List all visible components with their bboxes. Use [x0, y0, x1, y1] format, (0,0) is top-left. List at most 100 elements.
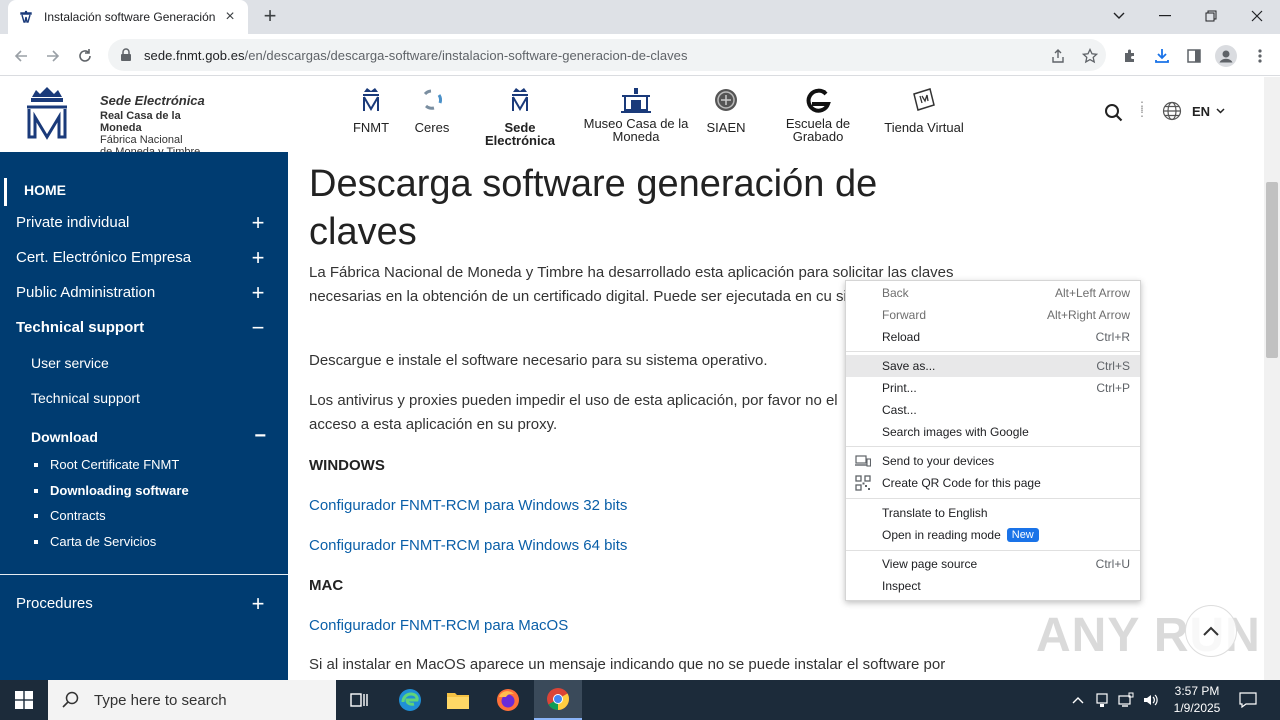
ctx-back[interactable]: Back Alt+Left Arrow [846, 282, 1140, 304]
expand-plus-icon[interactable]: + [250, 246, 266, 268]
address-bar[interactable]: sede.fnmt.gob.es/en/descargas/descarga-s… [108, 39, 1106, 71]
bullet-icon [34, 513, 38, 518]
ctx-print[interactable]: Print... Ctrl+P [846, 377, 1140, 399]
windows-32-link[interactable]: Configurador FNMT-RCM para Windows 32 bi… [309, 497, 627, 514]
sidebar-item-public-administration[interactable]: Public Administration + [16, 281, 266, 303]
language-selector[interactable]: EN [1162, 101, 1225, 121]
restore-icon[interactable] [1188, 0, 1234, 32]
ctx-label: Search images with Google [882, 425, 1029, 439]
sidebar-item-private-individual[interactable]: Private individual + [16, 211, 266, 233]
nav-tienda-virtual[interactable]: Tienda Virtual [880, 85, 968, 134]
back-to-top-button[interactable] [1185, 605, 1237, 657]
ctx-reading-mode[interactable]: Open in reading mode New [846, 524, 1140, 546]
volume-icon[interactable] [1140, 680, 1160, 720]
ctx-send-to-devices[interactable]: Send to your devices [846, 450, 1140, 472]
bullet-icon [34, 539, 38, 544]
ctx-create-qr[interactable]: Create QR Code for this page [846, 472, 1140, 494]
tab-search-icon[interactable] [1096, 0, 1142, 32]
browser-tab[interactable]: Instalación software Generación × [8, 0, 248, 34]
chrome-menu-icon[interactable] [1248, 44, 1272, 68]
profile-avatar-icon[interactable] [1214, 44, 1238, 68]
sidebar-item-label: Procedures [16, 595, 93, 612]
taskbar-chrome[interactable] [534, 680, 582, 720]
notification-icon[interactable] [1234, 680, 1262, 720]
ctx-cast[interactable]: Cast... [846, 399, 1140, 421]
sidebar-item-cert-empresa[interactable]: Cert. Electrónico Empresa + [16, 246, 266, 268]
reload-icon[interactable] [72, 43, 98, 69]
collapse-minus-icon[interactable]: − [250, 316, 266, 338]
ctx-translate[interactable]: Translate to English [846, 502, 1140, 524]
fnmt-crown-icon [348, 85, 394, 115]
taskbar-firefox[interactable] [484, 680, 532, 720]
sidebar-download-contracts[interactable]: Contracts [34, 508, 106, 523]
expand-plus-icon[interactable]: + [250, 211, 266, 233]
ctx-shortcut: Ctrl+U [1095, 557, 1130, 571]
nav-fnmt[interactable]: FNMT [348, 85, 394, 134]
royal-crown-m-icon [27, 87, 67, 140]
sidebar-item-technical-support[interactable]: Technical support − [16, 316, 266, 338]
bookmark-star-icon[interactable] [1078, 44, 1102, 68]
taskbar-search-placeholder: Type here to search [94, 691, 227, 709]
sidebar-download-carta-servicios[interactable]: Carta de Servicios [34, 534, 156, 549]
sidebar-home[interactable]: HOME [4, 178, 66, 206]
minimize-icon[interactable] [1142, 0, 1188, 32]
taskbar-edge[interactable] [386, 680, 434, 720]
extensions-icon[interactable] [1118, 44, 1142, 68]
sidebar-item-label: Cert. Electrónico Empresa [16, 249, 192, 266]
tray-device-icon[interactable] [1092, 680, 1112, 720]
back-icon[interactable] [8, 43, 34, 69]
sidebar-subitem-technical-support[interactable]: Technical support [31, 390, 266, 406]
ctx-reload[interactable]: Reload Ctrl+R [846, 326, 1140, 348]
site-search-icon[interactable] [1104, 103, 1124, 123]
close-window-icon[interactable] [1234, 0, 1280, 32]
sidebar-download-root-certificate[interactable]: Root Certificate FNMT [34, 457, 179, 472]
escuela-logo-icon [776, 85, 860, 115]
ctx-search-images[interactable]: Search images with Google [846, 421, 1140, 443]
ctx-separator [846, 498, 1140, 499]
nav-sede-electronica[interactable]: Sede Electrónica [468, 85, 572, 147]
expand-plus-icon[interactable]: + [250, 281, 266, 303]
nav-siaen[interactable]: SIAEN [704, 85, 748, 134]
taskbar-file-explorer[interactable] [434, 680, 482, 720]
fnmt-logo[interactable]: Sede Electrónica Real Casa de la Moneda … [22, 85, 222, 158]
nav-escuela-grabado[interactable]: Escuela de Grabado [776, 85, 860, 143]
side-panel-icon[interactable] [1182, 44, 1206, 68]
page-scrollbar[interactable] [1264, 77, 1280, 680]
nav-ceres[interactable]: Ceres [410, 85, 454, 134]
new-tab-icon[interactable]: + [258, 5, 282, 29]
expand-plus-icon[interactable]: + [250, 592, 266, 614]
windows-64-link[interactable]: Configurador FNMT-RCM para Windows 64 bi… [309, 537, 627, 554]
ctx-inspect[interactable]: Inspect [846, 575, 1140, 597]
antivirus-paragraph: Los antivirus y proxies pueden impedir e… [309, 392, 838, 433]
museum-icon [580, 85, 692, 115]
macos-link[interactable]: Configurador FNMT-RCM para MacOS [309, 617, 568, 634]
collapse-minus-icon[interactable]: − [254, 425, 266, 448]
logo-line-1: Sede Electrónica [100, 93, 205, 108]
ctx-save-as[interactable]: Save as... Ctrl+S [846, 355, 1140, 377]
sidebar-subitem-user-service[interactable]: User service [31, 355, 266, 371]
forward-icon[interactable] [40, 43, 66, 69]
network-icon[interactable] [1116, 680, 1136, 720]
share-icon[interactable] [1046, 44, 1070, 68]
nav-museo[interactable]: Museo Casa de la Moneda [580, 85, 692, 143]
tab-close-icon[interactable]: × [222, 9, 238, 25]
sidebar-download-downloading-software[interactable]: Downloading software [34, 483, 189, 498]
url-text: sede.fnmt.gob.es/en/descargas/descarga-s… [144, 48, 688, 63]
sidebar-divider [0, 574, 288, 575]
logo-line-3: Fábrica Nacional [100, 134, 183, 146]
download-icon[interactable] [1150, 44, 1174, 68]
taskbar-search-box[interactable]: Type here to search [48, 680, 336, 720]
sidebar-item-label: Private individual [16, 214, 130, 231]
tray-overflow-icon[interactable] [1068, 680, 1088, 720]
sidebar-item-procedures[interactable]: Procedures + [16, 592, 266, 614]
task-view-button[interactable] [336, 680, 384, 720]
tienda-coin-icon [880, 85, 968, 115]
start-button[interactable] [0, 680, 48, 720]
sidebar-subitem-download[interactable]: Download − [31, 425, 266, 448]
scrollbar-thumb[interactable] [1266, 182, 1278, 358]
system-clock[interactable]: 3:57 PM 1/9/2025 [1162, 683, 1232, 717]
lock-icon[interactable] [120, 48, 134, 62]
bullet-icon [34, 488, 38, 493]
ctx-forward[interactable]: Forward Alt+Right Arrow [846, 304, 1140, 326]
ctx-view-source[interactable]: View page source Ctrl+U [846, 553, 1140, 575]
